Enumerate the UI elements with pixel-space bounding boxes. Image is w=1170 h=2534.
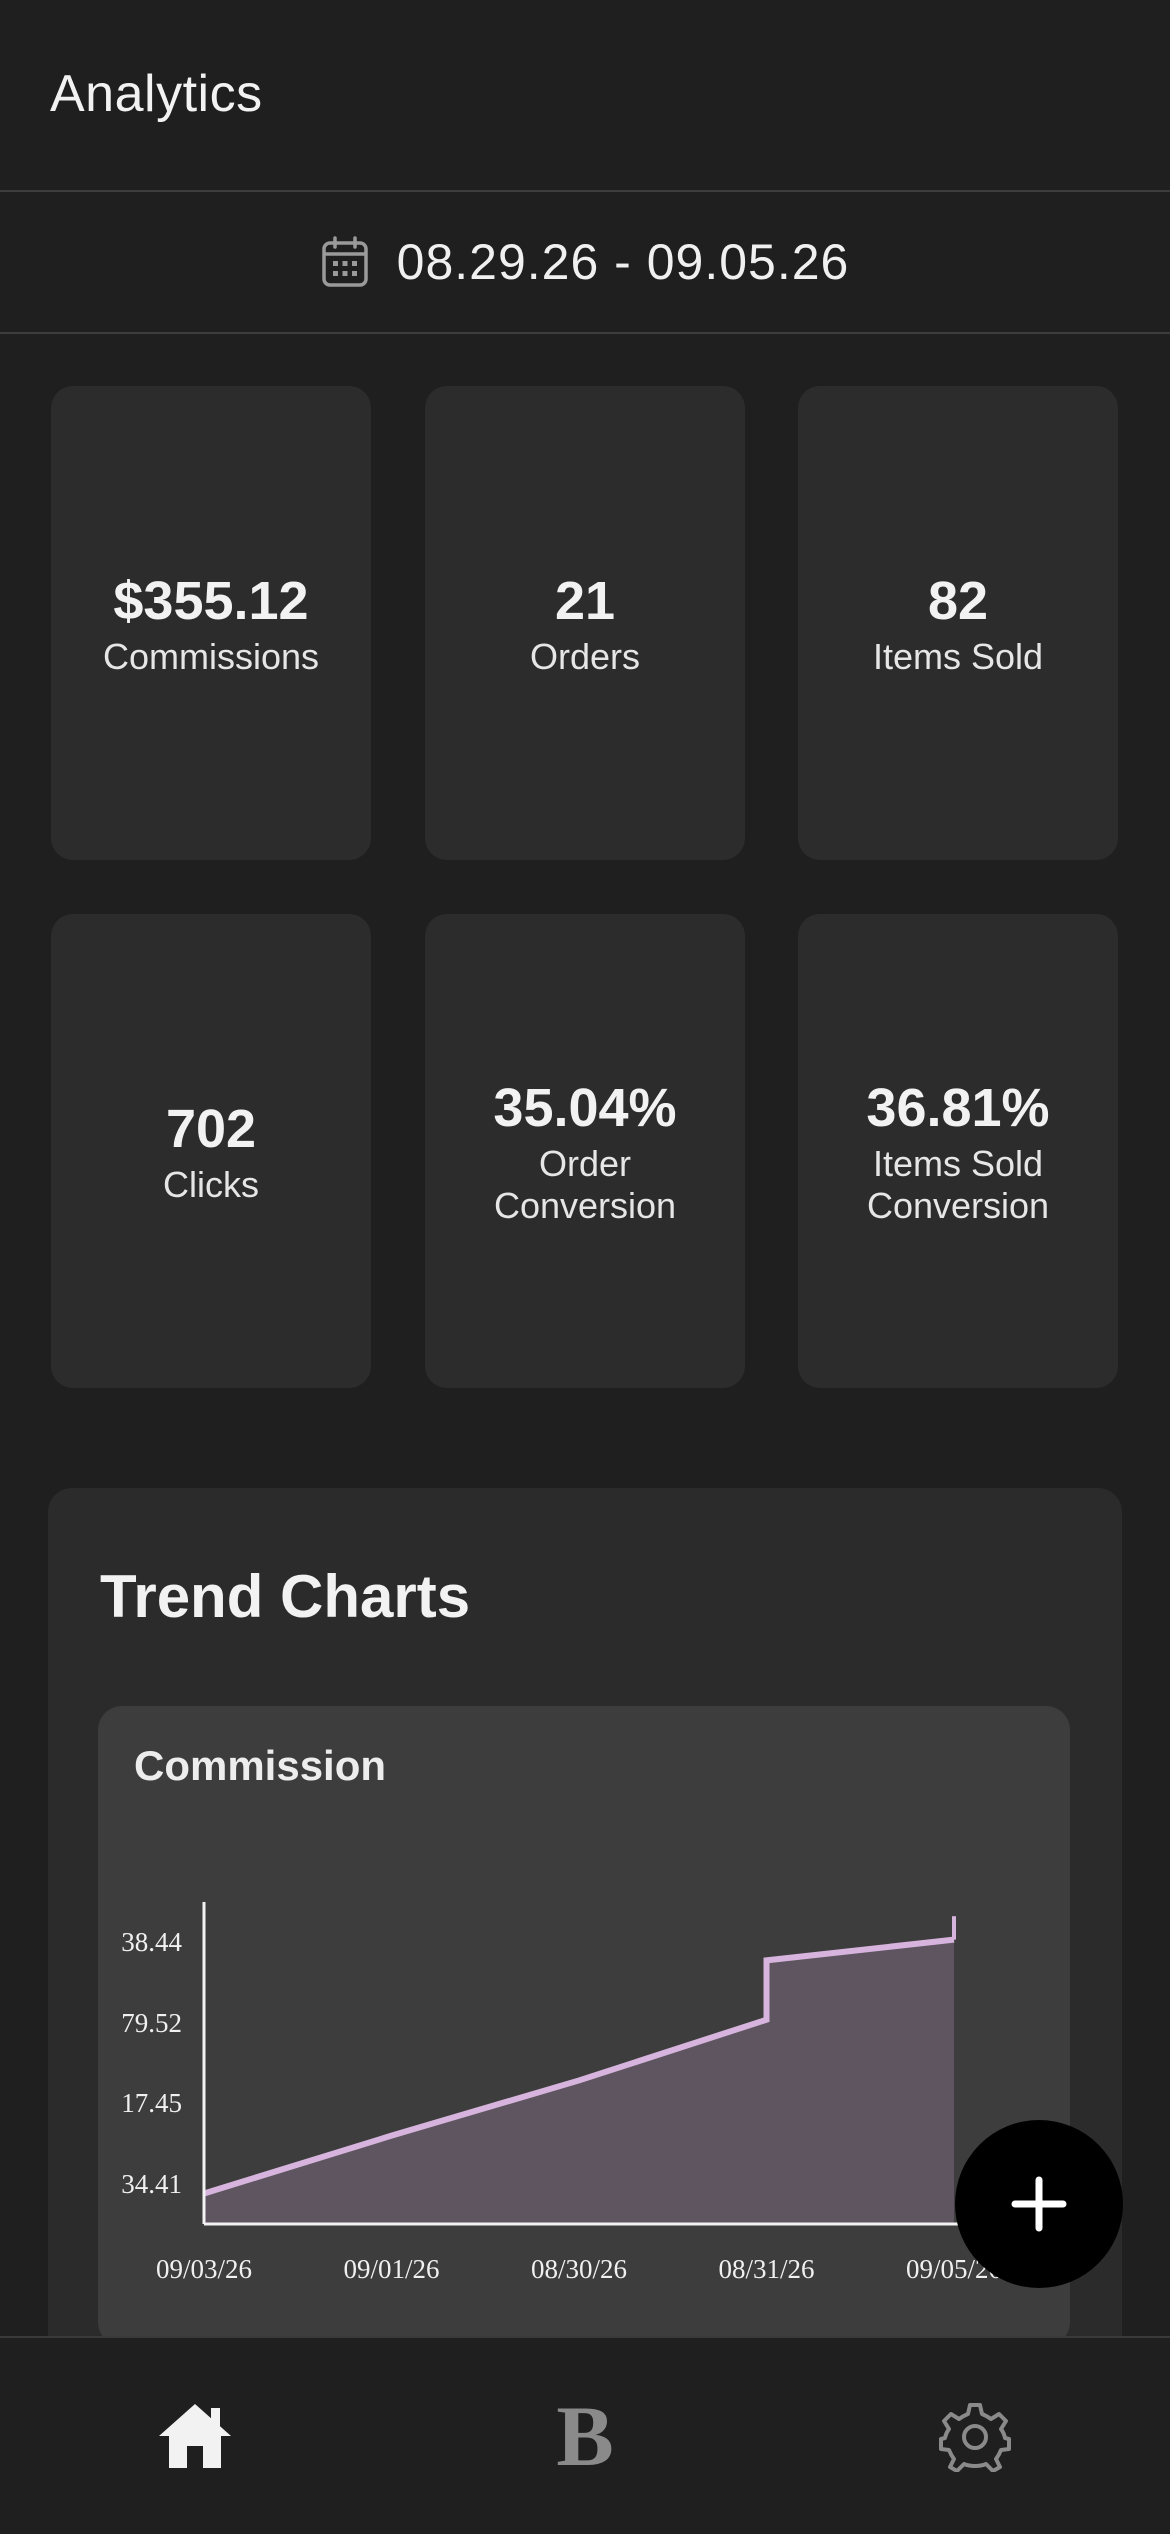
chart-x-tick-label: 09/03/26 <box>156 2254 252 2284</box>
stat-card-commissions[interactable]: $355.12 Commissions <box>51 386 371 860</box>
chart-y-tick-label: 38.44 <box>121 1927 182 1957</box>
chart-x-tick-label: 08/30/26 <box>531 2254 627 2284</box>
section-title: Trend Charts <box>100 1563 471 1630</box>
plus-icon <box>1011 2176 1067 2232</box>
stat-label: Order Conversion <box>493 1143 677 1226</box>
stat-value: 702 <box>165 1099 257 1159</box>
commission-chart-card[interactable]: Commission 38.44 79.52 17.45 34.41 09/03/26 0… <box>98 1706 1070 2346</box>
stat-card-items-sold-conversion[interactable]: 36.81% Items Sold Conversion <box>798 914 1118 1388</box>
stat-value: 82 <box>927 571 989 631</box>
app-header: Analytics <box>0 0 1170 192</box>
chart-x-tick-label: 08/31/26 <box>718 2254 814 2284</box>
nav-settings[interactable] <box>780 2338 1170 2534</box>
stat-label: Items Sold Conversion <box>866 1143 1050 1226</box>
bottom-nav: B <box>0 2336 1170 2532</box>
nav-home[interactable] <box>0 2338 390 2534</box>
chart-y-tick-label: 17.45 <box>121 2088 182 2118</box>
date-range-selector[interactable]: 08.29.26 - 09.05.26 <box>0 192 1170 334</box>
stat-card-order-conversion[interactable]: 35.04% Order Conversion <box>425 914 745 1388</box>
chart-y-tick-label: 34.41 <box>121 2169 182 2199</box>
gear-icon <box>939 2403 1011 2472</box>
stat-card-items-sold[interactable]: 82 Items Sold <box>798 386 1118 860</box>
stat-card-clicks[interactable]: 702 Clicks <box>51 914 371 1388</box>
stat-value: 35.04% <box>493 1078 677 1138</box>
add-button[interactable] <box>955 2120 1123 2288</box>
stat-value: 36.81% <box>866 1078 1050 1138</box>
stat-value: $355.12 <box>113 571 309 631</box>
date-range-label: 08.29.26 - 09.05.26 <box>396 234 850 290</box>
home-icon <box>159 2404 231 2468</box>
calendar-icon <box>321 236 369 288</box>
stat-label: Clicks <box>163 1164 259 1205</box>
stat-value: 21 <box>554 571 616 631</box>
stat-label: Commissions <box>102 636 320 677</box>
brand-b-icon: B <box>556 2388 614 2484</box>
stat-label: Items Sold <box>872 636 1044 677</box>
chart-y-tick-label: 79.52 <box>121 2008 182 2038</box>
chart-x-tick-label: 09/01/26 <box>343 2254 439 2284</box>
page-title: Analytics <box>50 65 263 123</box>
nav-brand[interactable]: B <box>390 2338 780 2534</box>
stat-card-orders[interactable]: 21 Orders <box>425 386 745 860</box>
stat-label: Orders <box>529 636 641 677</box>
commission-chart: 38.44 79.52 17.45 34.41 09/03/26 09/01/26 08/3… <box>121 1902 1002 2284</box>
